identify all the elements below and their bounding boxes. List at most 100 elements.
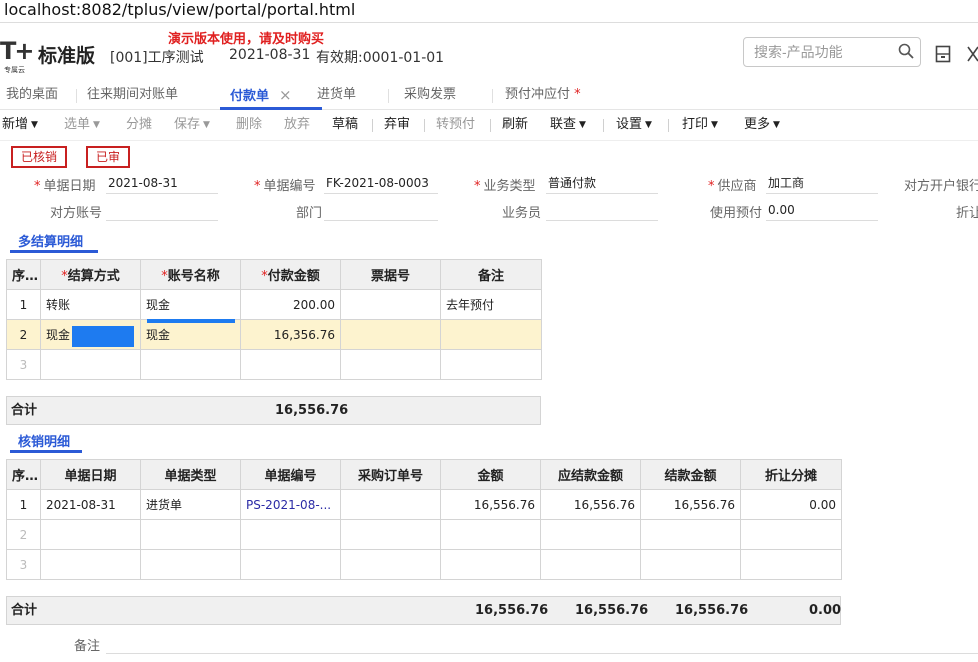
chevron-down-icon: ▼ <box>579 120 586 130</box>
delete-button[interactable]: 删除 <box>236 110 262 140</box>
remark-cell[interactable] <box>440 349 542 380</box>
supplier-label: * 供应商 <box>708 179 757 194</box>
biz-type-label: * 业务类型 <box>474 179 536 194</box>
edition-label: 标准版 <box>38 45 96 67</box>
select-source-button[interactable]: 选单 ▼ <box>64 110 100 140</box>
paid-amount-cell[interactable] <box>640 519 741 550</box>
discount-share-cell[interactable]: 0.00 <box>740 489 842 520</box>
col-header: 结款金额 <box>640 459 741 490</box>
dept-field[interactable] <box>324 200 438 221</box>
bank-label: 对方开户银行 <box>904 179 978 194</box>
browser-address-bar[interactable]: localhost:8082/tplus/view/portal/portal.… <box>0 0 978 23</box>
discount-share-cell[interactable] <box>740 549 842 580</box>
chevron-down-icon: ▼ <box>203 120 210 130</box>
more-button[interactable]: 更多 ▼ <box>744 110 780 140</box>
url-text[interactable]: localhost:8082/tplus/view/portal/portal.… <box>4 0 355 20</box>
tab-purchase-invoice[interactable]: 采购发票 <box>404 82 456 109</box>
save-button[interactable]: 保存 ▼ <box>174 110 210 140</box>
unapprove-button[interactable]: 弃审 <box>384 110 410 140</box>
remark-field[interactable] <box>106 633 978 654</box>
search-icon[interactable] <box>898 43 914 59</box>
col-header: 金额 <box>440 459 541 490</box>
to-prepay-button[interactable]: 转预付 <box>436 110 475 140</box>
amount-cell <box>440 519 541 550</box>
remark-label: 备注 <box>74 639 101 654</box>
bill-no-cell[interactable] <box>340 319 441 350</box>
writeoff-total-amount: 16,556.76 <box>475 603 549 618</box>
bill-no-cell[interactable] <box>340 349 441 380</box>
paid-amount-cell[interactable] <box>640 549 741 580</box>
prepay-field[interactable]: 0.00 <box>766 200 878 221</box>
bill-no-cell[interactable] <box>340 289 441 320</box>
demo-notice: 演示版本使用，请及时购买 <box>168 32 325 47</box>
doc-no-field[interactable]: FK-2021-08-0003 <box>324 173 438 194</box>
tab-period-statement[interactable]: 往来期间对账单 <box>87 82 178 109</box>
col-header: 备注 <box>440 259 542 290</box>
settings-button[interactable]: 设置 ▼ <box>616 110 652 140</box>
doc-date-field[interactable]: 2021-08-31 <box>106 173 218 194</box>
doc-number-link[interactable] <box>240 549 341 580</box>
settle-method-cell[interactable] <box>40 349 141 380</box>
account-field[interactable] <box>106 200 218 221</box>
table-row[interactable]: 3 <box>6 349 542 380</box>
search-input[interactable] <box>752 43 896 61</box>
tab-prepay-offset[interactable]: 预付冲应付 * <box>505 82 581 109</box>
table-row[interactable]: 3 <box>6 549 842 580</box>
settlement-section-title[interactable]: 多结算明细 <box>18 231 83 250</box>
doc-number-link[interactable] <box>240 519 341 550</box>
close-tab-icon[interactable]: × <box>279 86 292 104</box>
account-name-cell[interactable]: 现金 <box>140 289 241 320</box>
refresh-button[interactable]: 刷新 <box>502 110 528 140</box>
tab-payment-voucher[interactable]: 付款单 × <box>220 82 322 110</box>
toolbar-divider <box>372 119 373 132</box>
tab-my-desktop[interactable]: 我的桌面 <box>6 82 58 109</box>
col-header: 单据日期 <box>40 459 141 490</box>
table-row[interactable]: 2 <box>6 519 842 550</box>
po-number-cell <box>340 489 441 520</box>
amount-cell[interactable] <box>240 349 341 380</box>
account-name-cell[interactable] <box>140 349 241 380</box>
text-selection-highlight <box>72 326 134 347</box>
discard-button[interactable]: 放弃 <box>284 110 310 140</box>
clerk-label: 业务员 <box>502 206 542 221</box>
doc-number-link[interactable]: PS-2021-08-... <box>240 489 341 520</box>
linked-query-button[interactable]: 联查 ▼ <box>550 110 586 140</box>
col-header: *账号名称 <box>140 259 241 290</box>
print-button[interactable]: 打印 ▼ <box>682 110 718 140</box>
doc-date-cell <box>40 519 141 550</box>
amount-cell[interactable]: 16,356.76 <box>240 319 341 350</box>
document-tabs: 我的桌面 往来期间对账单 付款单 × 进货单 采购发票 预付冲应付 * <box>0 82 978 110</box>
save-document-icon[interactable] <box>935 45 951 63</box>
doc-no-label: * 单据编号 <box>254 179 316 194</box>
approved-stamp: 已审 <box>86 146 131 168</box>
col-header: 序号 <box>6 459 41 490</box>
tab-divider <box>388 89 389 103</box>
row-number: 3 <box>6 349 41 380</box>
account-name-cell[interactable]: 现金 <box>140 319 241 350</box>
col-header: 票据号 <box>340 259 441 290</box>
tools-icon[interactable] <box>966 45 978 63</box>
supplier-field[interactable]: 加工商 <box>766 173 878 194</box>
table-row[interactable]: 1 2021-08-31 进货单 PS-2021-08-... 16,556.7… <box>6 489 842 520</box>
new-button[interactable]: 新增 ▼ <box>2 110 38 140</box>
writeoff-total-bar: 合计 16,556.76 16,556.76 16,556.76 0.00 <box>6 596 841 625</box>
table-row[interactable]: 1 转账 现金 200.00 去年预付 <box>6 289 542 320</box>
amount-cell: 16,556.76 <box>440 489 541 520</box>
action-toolbar: 新增 ▼ 选单 ▼ 分摊 保存 ▼ 删除 放弃 草稿 弃审 转预付 刷新 联查 ▼ 设置… <box>0 110 978 141</box>
dept-label: 部门 <box>296 206 323 221</box>
settle-method-cell[interactable]: 转账 <box>40 289 141 320</box>
remark-cell[interactable] <box>440 319 542 350</box>
discount-share-cell[interactable] <box>740 519 842 550</box>
remark-cell[interactable]: 去年预付 <box>440 289 542 320</box>
tab-purchase-receipt[interactable]: 进货单 <box>317 82 356 109</box>
allocate-button[interactable]: 分摊 <box>126 110 152 140</box>
company-account[interactable]: [001]工序测试 <box>110 47 204 67</box>
clerk-field[interactable] <box>546 200 658 221</box>
login-date: 2021-08-31 <box>229 47 311 63</box>
writeoff-section-title[interactable]: 核销明细 <box>18 431 70 450</box>
draft-button[interactable]: 草稿 <box>332 110 358 140</box>
paid-amount-cell[interactable]: 16,556.76 <box>640 489 741 520</box>
amount-cell[interactable]: 200.00 <box>240 289 341 320</box>
product-search-box[interactable] <box>743 37 921 67</box>
biz-type-field[interactable]: 普通付款 <box>546 173 658 194</box>
